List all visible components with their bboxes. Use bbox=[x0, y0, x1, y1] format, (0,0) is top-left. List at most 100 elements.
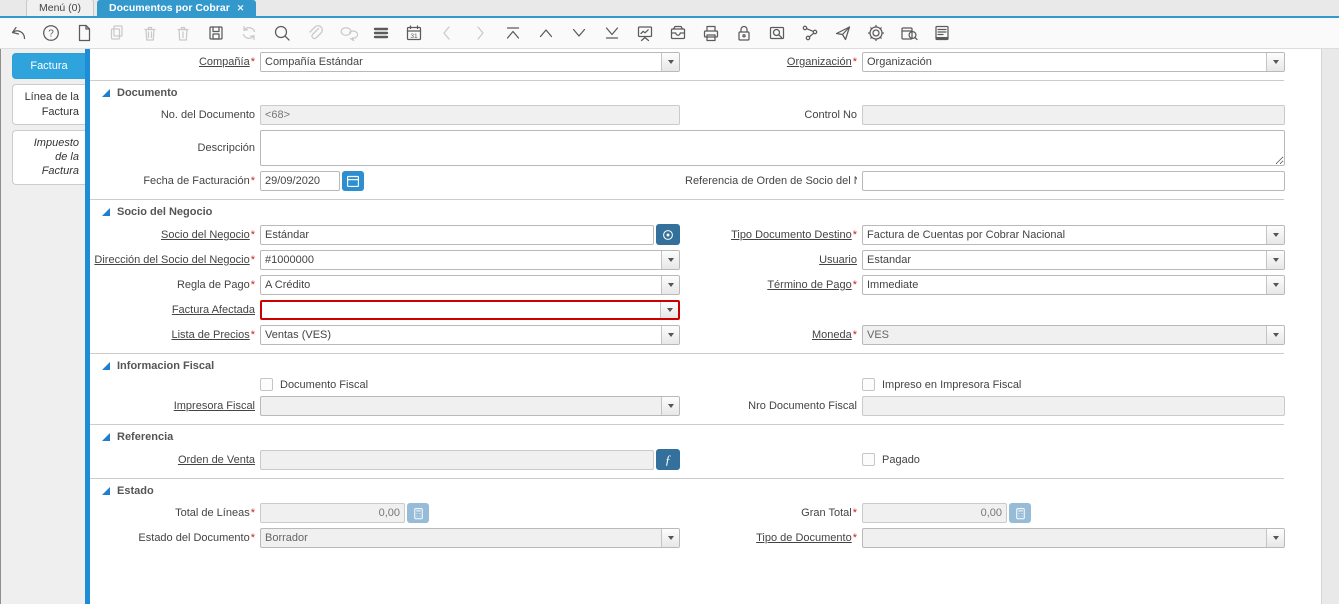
factura-afectada-value bbox=[262, 302, 660, 318]
impreso-impresora-fiscal-checkbox[interactable] bbox=[862, 378, 875, 391]
down-record-icon[interactable] bbox=[568, 22, 590, 44]
new-record-icon[interactable] bbox=[73, 22, 95, 44]
svg-text:31: 31 bbox=[410, 33, 418, 40]
print-icon[interactable] bbox=[700, 22, 722, 44]
preferences-gear-icon[interactable] bbox=[865, 22, 887, 44]
section-informacion-fiscal: Informacion Fiscal bbox=[90, 353, 1284, 378]
send-icon[interactable] bbox=[832, 22, 854, 44]
orden-venta-label: Orden de Venta bbox=[90, 454, 255, 466]
section-fiscal-title: Informacion Fiscal bbox=[117, 360, 214, 372]
section-referencia-title: Referencia bbox=[117, 431, 173, 443]
calendar-icon[interactable]: 31 bbox=[403, 22, 425, 44]
impresora-fiscal-select[interactable] bbox=[260, 396, 680, 416]
save-icon[interactable] bbox=[205, 22, 227, 44]
collapse-triangle-icon[interactable] bbox=[102, 362, 110, 370]
product-info-icon[interactable] bbox=[898, 22, 920, 44]
control-no-label: Control No bbox=[685, 109, 857, 121]
section-socio-title: Socio del Negocio bbox=[117, 206, 212, 218]
dropdown-arrow-icon[interactable] bbox=[661, 251, 679, 269]
report-viewer-icon[interactable] bbox=[931, 22, 953, 44]
organizacion-select[interactable]: Organización bbox=[862, 52, 1285, 72]
tipo-documento-select[interactable] bbox=[862, 528, 1285, 548]
factura-afectada-select[interactable] bbox=[260, 300, 680, 320]
find-icon[interactable] bbox=[271, 22, 293, 44]
collapse-triangle-icon[interactable] bbox=[102, 208, 110, 216]
dropdown-arrow-icon[interactable] bbox=[661, 276, 679, 294]
calculator-icon[interactable] bbox=[1009, 503, 1031, 523]
business-partner-info-icon[interactable] bbox=[656, 224, 680, 245]
dropdown-arrow-icon[interactable] bbox=[661, 53, 679, 71]
estado-documento-label: Estado del Documento* bbox=[90, 532, 255, 544]
impresora-fiscal-label: Impresora Fiscal bbox=[90, 400, 255, 412]
calculator-icon[interactable] bbox=[407, 503, 429, 523]
no-documento-input bbox=[260, 105, 680, 125]
collapse-triangle-icon[interactable] bbox=[102, 433, 110, 441]
descripcion-textarea[interactable] bbox=[260, 130, 1285, 166]
previous-record-icon bbox=[436, 22, 458, 44]
estado-documento-select[interactable]: Borrador bbox=[260, 528, 680, 548]
toggle-grid-icon[interactable] bbox=[370, 22, 392, 44]
dropdown-arrow-icon[interactable] bbox=[1266, 276, 1284, 294]
zoom-across-icon[interactable] bbox=[766, 22, 788, 44]
section-documento-title: Documento bbox=[117, 87, 178, 99]
dropdown-arrow-icon[interactable] bbox=[660, 302, 678, 318]
close-tab-icon[interactable]: ✕ bbox=[237, 0, 245, 16]
compania-select[interactable]: Compañía Estándar bbox=[260, 52, 680, 72]
orden-venta-input bbox=[260, 450, 654, 470]
regla-pago-select[interactable]: A Crédito bbox=[260, 275, 680, 295]
impreso-impresora-fiscal-label: Impreso en Impresora Fiscal bbox=[882, 379, 1021, 391]
last-record-icon[interactable] bbox=[601, 22, 623, 44]
total-lineas-input bbox=[260, 503, 405, 523]
socio-negocio-label: Socio del Negocio* bbox=[90, 229, 255, 241]
section-documento: Documento bbox=[90, 80, 1284, 105]
referencia-orden-input[interactable] bbox=[862, 171, 1285, 191]
pagado-label: Pagado bbox=[882, 454, 920, 466]
socio-negocio-input[interactable] bbox=[260, 225, 654, 245]
main-area: Factura Línea de la Factura Impuesto de … bbox=[0, 49, 1339, 604]
termino-pago-label: Término de Pago* bbox=[685, 279, 857, 291]
direccion-socio-select[interactable]: #1000000 bbox=[260, 250, 680, 270]
dropdown-arrow-icon[interactable] bbox=[1266, 251, 1284, 269]
dropdown-arrow-icon[interactable] bbox=[1266, 226, 1284, 244]
tipo-doc-destino-select[interactable]: Factura de Cuentas por Cobrar Nacional bbox=[862, 225, 1285, 245]
usuario-select[interactable]: Estandar bbox=[862, 250, 1285, 270]
tab-documentos-por-cobrar[interactable]: Documentos por Cobrar ✕ bbox=[97, 0, 256, 16]
estado-documento-value: Borrador bbox=[261, 529, 661, 547]
help-icon[interactable]: ? bbox=[40, 22, 62, 44]
sidebar-tab-linea-factura[interactable]: Línea de la Factura bbox=[12, 84, 85, 125]
calendar-picker-icon[interactable] bbox=[342, 171, 364, 191]
documento-fiscal-checkbox[interactable] bbox=[260, 378, 273, 391]
zoom-document-icon[interactable]: ƒ bbox=[656, 449, 680, 470]
up-record-icon[interactable] bbox=[535, 22, 557, 44]
sidebar-tab-impuesto-factura[interactable]: Impuesto de la Factura bbox=[12, 130, 85, 185]
undo-icon[interactable] bbox=[7, 22, 29, 44]
sidebar-tab-impuesto-label: Impuesto de la Factura bbox=[34, 137, 79, 178]
archive-icon[interactable] bbox=[667, 22, 689, 44]
form-content: Compañía* Compañía Estándar Organización… bbox=[90, 49, 1321, 604]
termino-pago-select[interactable]: Immediate bbox=[862, 275, 1285, 295]
dropdown-arrow-icon[interactable] bbox=[661, 529, 679, 547]
tab-sidebar: Factura Línea de la Factura Impuesto de … bbox=[0, 49, 85, 604]
collapse-triangle-icon[interactable] bbox=[102, 89, 110, 97]
tab-menu[interactable]: Menú (0) bbox=[26, 0, 94, 16]
first-record-icon[interactable] bbox=[502, 22, 524, 44]
dropdown-arrow-icon[interactable] bbox=[1266, 53, 1284, 71]
lista-precios-select[interactable]: Ventas (VES) bbox=[260, 325, 680, 345]
report-icon[interactable] bbox=[634, 22, 656, 44]
dropdown-arrow-icon bbox=[1266, 326, 1284, 344]
workflow-icon[interactable] bbox=[799, 22, 821, 44]
no-documento-label: No. del Documento bbox=[90, 109, 255, 121]
collapse-triangle-icon[interactable] bbox=[102, 487, 110, 495]
dropdown-arrow-icon[interactable] bbox=[661, 326, 679, 344]
sidebar-tab-factura[interactable]: Factura bbox=[12, 53, 85, 79]
dropdown-arrow-icon[interactable] bbox=[661, 397, 679, 415]
pagado-checkbox[interactable] bbox=[862, 453, 875, 466]
vertical-scrollbar[interactable] bbox=[1321, 49, 1339, 604]
lista-precios-value: Ventas (VES) bbox=[261, 326, 661, 344]
section-socio-negocio: Socio del Negocio bbox=[90, 199, 1284, 224]
dropdown-arrow-icon[interactable] bbox=[1266, 529, 1284, 547]
regla-pago-label: Regla de Pago* bbox=[90, 279, 255, 291]
fecha-facturacion-input[interactable] bbox=[260, 171, 340, 191]
regla-pago-value: A Crédito bbox=[261, 276, 661, 294]
lock-icon[interactable] bbox=[733, 22, 755, 44]
